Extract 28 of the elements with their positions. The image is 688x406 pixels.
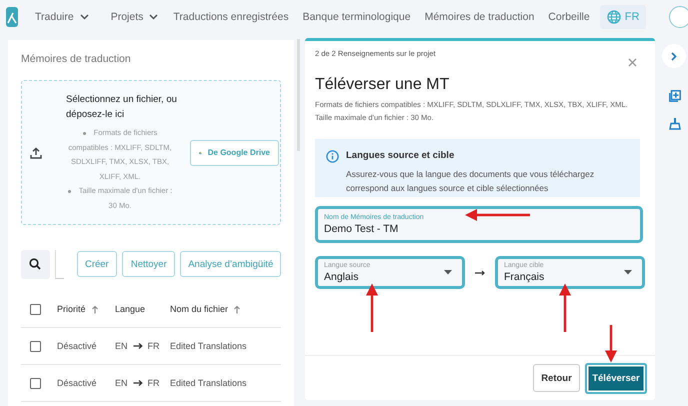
nav-item[interactable]: Traductions enregistrées	[167, 4, 295, 28]
column-header[interactable]: Nom du fichier	[170, 304, 228, 314]
table-cell: Désactivé	[57, 341, 97, 351]
table-cell: EN	[115, 341, 128, 351]
toolbar-button[interactable]: Créer	[76, 251, 118, 277]
table-cell: FR	[148, 341, 160, 351]
table-cell: Edited Translations	[170, 378, 247, 388]
nav-item[interactable]: Projets	[104, 4, 166, 28]
nav-item[interactable]: Banque terminologique	[296, 4, 417, 28]
table-cell: FR	[148, 378, 160, 388]
upload-button[interactable]: Téléverser	[585, 362, 647, 394]
panel-title: Mémoires de traduction	[21, 53, 132, 65]
drop-zone-heading: Sélectionnez un fichier, ou déposez-le ici	[66, 93, 178, 122]
nav-item[interactable]: Traduire	[29, 4, 96, 28]
google-drive-button[interactable]: De Google Drive	[190, 140, 279, 166]
table-cell: Edited Translations	[170, 341, 247, 351]
table-cell: Désactivé	[57, 378, 97, 388]
back-button[interactable]: Retour	[533, 364, 580, 392]
nav-item[interactable]: Corbeille	[542, 4, 596, 28]
info-title: Langues source et cible	[346, 150, 456, 161]
toolbar-button[interactable]: Nettoyer	[122, 251, 176, 277]
toolbar-button[interactable]: Analyse d’ambigüité	[180, 251, 281, 277]
nav-item[interactable]: Mémoires de traduction	[418, 4, 540, 28]
column-header[interactable]: Langue	[115, 304, 146, 314]
column-header[interactable]: Priorité	[57, 304, 86, 314]
dialog-title: Téléverser une MT	[315, 76, 450, 94]
info-text: Assurez-vous que la langue des documents que vous téléchargez correspond aux langues source et cible sélectionnées	[346, 168, 596, 195]
table-cell: EN	[115, 378, 128, 388]
